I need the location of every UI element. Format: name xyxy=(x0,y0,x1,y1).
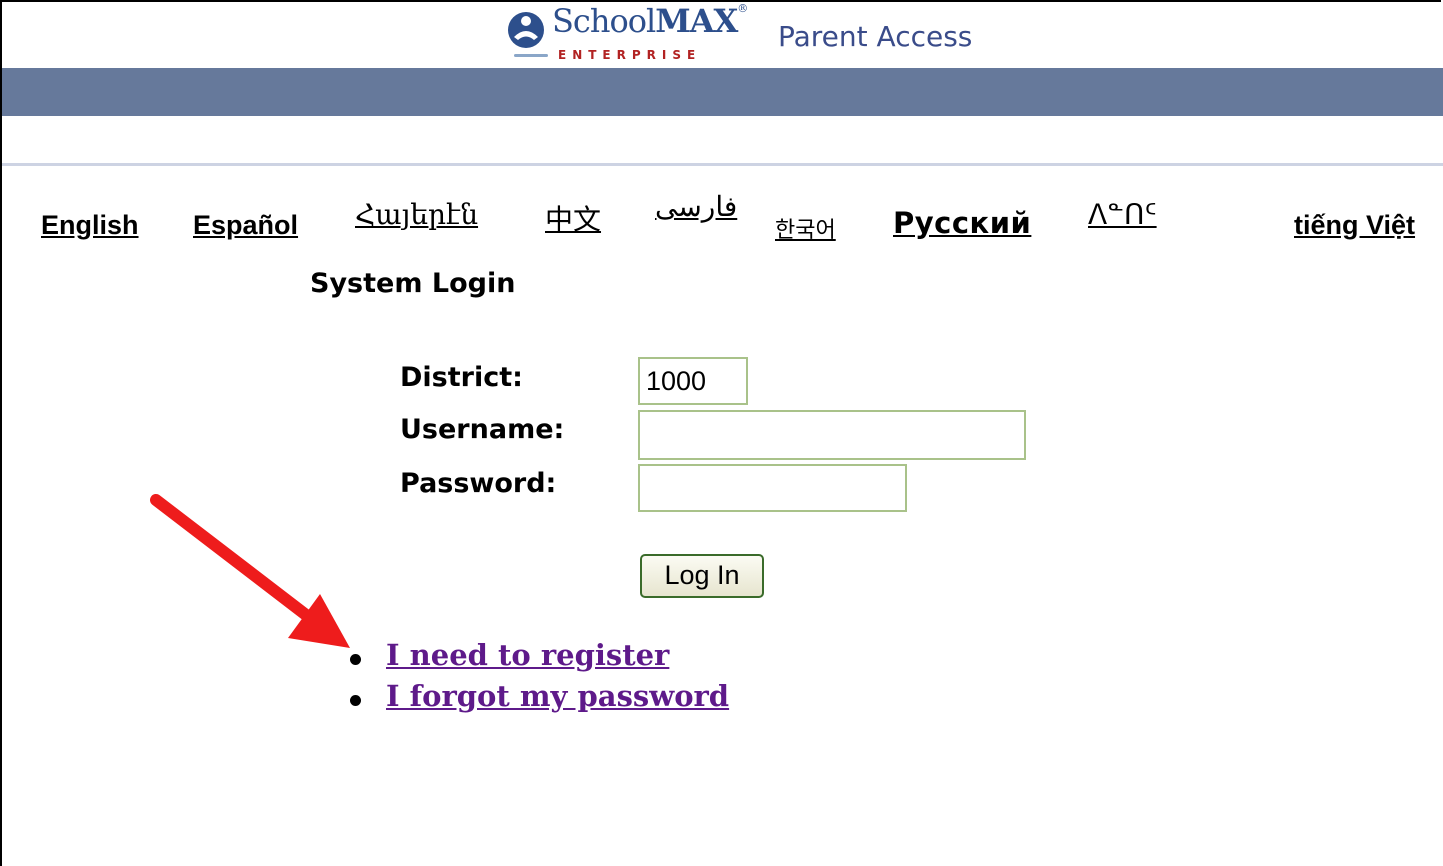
district-label: District: xyxy=(400,362,523,393)
lang-spanish[interactable]: Español xyxy=(193,210,298,241)
section-title: System Login xyxy=(310,268,516,299)
header-banner xyxy=(2,68,1443,116)
schoolmax-logo: SchoolMAX® ENTERPRISE xyxy=(506,2,756,66)
username-input[interactable] xyxy=(638,410,1026,460)
password-input[interactable] xyxy=(638,464,907,512)
logo-wordmark: SchoolMAX® xyxy=(552,2,748,40)
username-label: Username: xyxy=(400,414,565,445)
logo-enterprise-text: ENTERPRISE xyxy=(558,48,702,62)
login-button[interactable]: Log In xyxy=(640,554,764,598)
district-input[interactable] xyxy=(638,357,748,405)
lang-korean[interactable]: 한국어 xyxy=(775,212,836,244)
globe-person-icon xyxy=(508,12,544,48)
lang-chinese[interactable]: 中文 xyxy=(545,198,601,238)
forgot-password-link[interactable]: I forgot my password xyxy=(386,679,729,713)
register-link[interactable]: I need to register xyxy=(386,638,669,672)
header-divider xyxy=(2,163,1443,166)
lang-armenian[interactable]: Հայերէն xyxy=(355,198,478,231)
lang-english[interactable]: English xyxy=(41,210,139,241)
app-title: Parent Access xyxy=(778,20,973,53)
bullet-icon xyxy=(350,695,361,706)
red-arrow-icon xyxy=(150,494,350,648)
lang-vietnamese[interactable]: tiếng Việt xyxy=(1294,210,1415,241)
password-label: Password: xyxy=(400,468,557,499)
lang-amharic[interactable]: ᐱᓐᑎᑦ xyxy=(1088,198,1157,231)
logo-swoosh xyxy=(514,54,548,57)
lang-russian[interactable]: Русский xyxy=(893,206,1031,240)
lang-farsi[interactable]: فارسی xyxy=(655,190,737,223)
